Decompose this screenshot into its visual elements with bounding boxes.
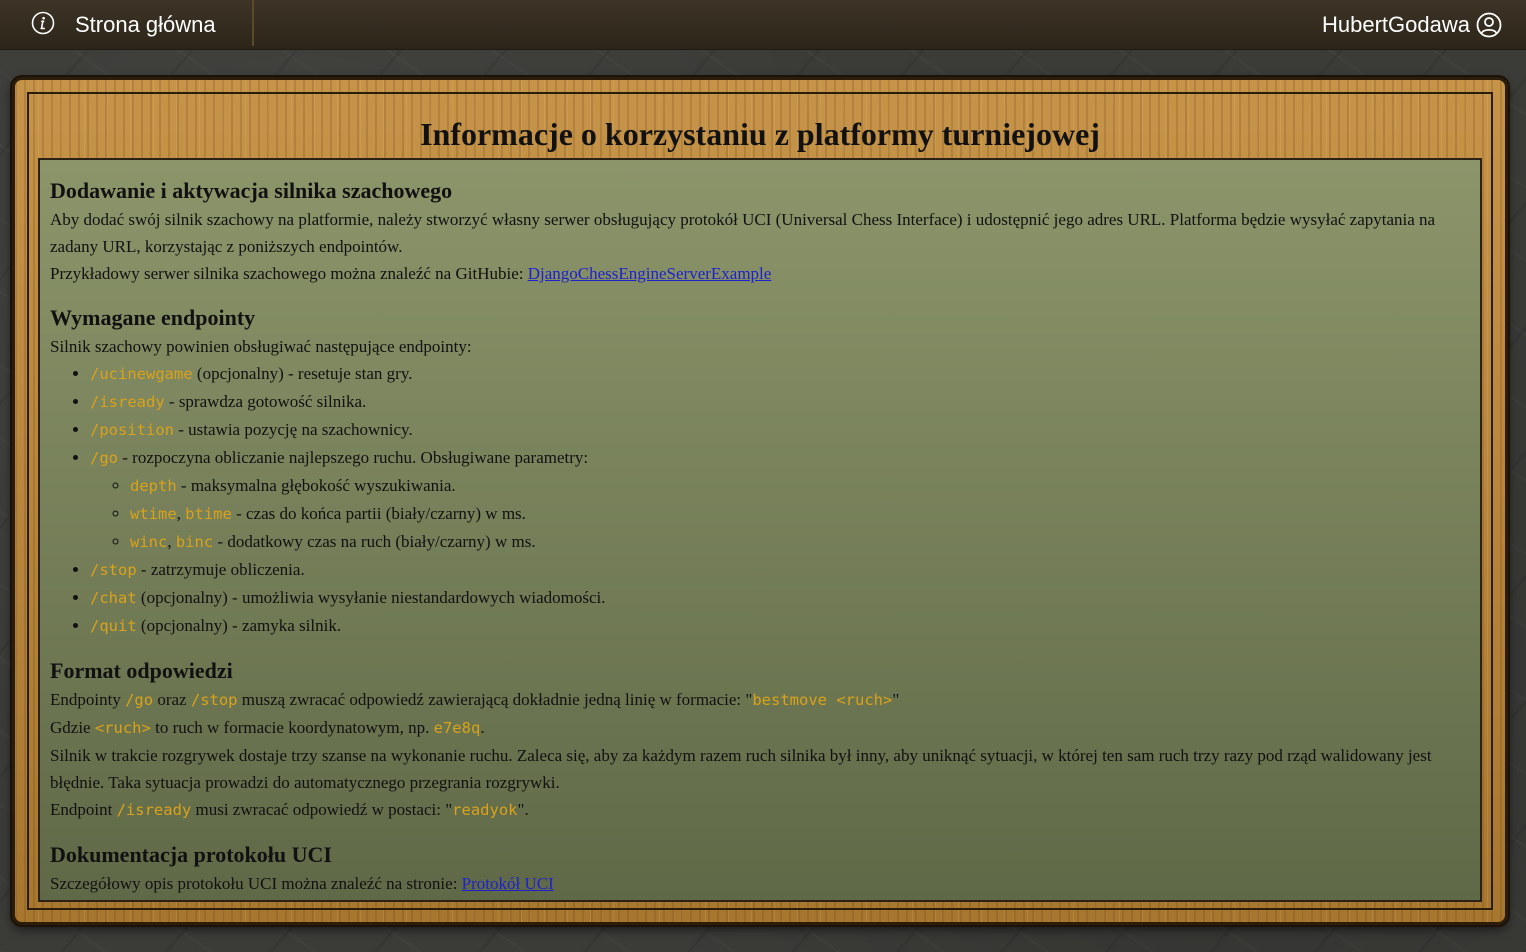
section-heading-engine: Dodawanie i aktywacja silnika szachowego <box>50 178 453 203</box>
endpoint-list: /ucinewgame (opcjonalny) - resetuje stan… <box>50 360 1470 640</box>
endpoint-code: /quit <box>90 617 137 635</box>
user-name: HubertGodawa <box>1322 12 1470 37</box>
section-heading-docs: Dokumentacja protokołu UCI <box>50 842 332 867</box>
format-line-isready: Endpoint /isready musi zwracać odpowiedź… <box>50 796 1470 824</box>
format-line-move: Gdzie <ruch> to ruch w formacie koordyna… <box>50 714 1470 742</box>
param-desc: - maksymalna głębokość wyszukiwania. <box>176 476 456 495</box>
user-menu[interactable]: HubertGodawa <box>1322 11 1502 39</box>
endpoint-code: /stop <box>90 561 137 579</box>
go-param-depth: depth - maksymalna głębokość wyszukiwani… <box>130 472 1470 500</box>
engine-example-line: Przykładowy serwer silnika szachowego mo… <box>50 260 1470 287</box>
section-heading-format: Format odpowiedzi <box>50 658 233 683</box>
text: Endpoint <box>50 800 117 819</box>
endpoint-code: /isready <box>90 393 165 411</box>
engine-example-text: Przykładowy serwer silnika szachowego mo… <box>50 264 528 283</box>
engine-description: Aby dodać swój silnik szachowy na platfo… <box>50 210 1436 256</box>
endpoint-item-chat: /chat (opcjonalny) - umożliwia wysyłanie… <box>90 584 1470 612</box>
section-docs: Dokumentacja protokołu UCI Szczegółowy o… <box>50 840 1470 897</box>
param-separator: , <box>167 532 176 551</box>
page-title: Informacje o korzystaniu z platformy tur… <box>420 116 1100 152</box>
inline-code: readyok <box>452 801 518 819</box>
home-nav-label: Strona główna <box>75 12 216 37</box>
user-circle-icon <box>1476 12 1502 38</box>
endpoints-intro: Silnik szachowy powinien obsługiwać nast… <box>50 337 472 356</box>
endpoint-code: /chat <box>90 589 137 607</box>
home-nav-link[interactable]: Strona główna <box>0 0 254 46</box>
inline-code: bestmove <ruch> <box>752 691 893 709</box>
param-code: winc <box>130 533 168 551</box>
text: " <box>892 690 900 709</box>
uci-protocol-link[interactable]: Protokół UCI <box>462 874 554 893</box>
format-line-chances: Silnik w trakcie rozgrywek dostaje trzy … <box>50 746 1432 792</box>
section-heading-endpoints: Wymagane endpointy <box>50 305 256 330</box>
wooden-frame: Informacje o korzystaniu z platformy tur… <box>12 77 1508 925</box>
endpoint-code: /go <box>90 449 118 467</box>
text: . <box>480 718 485 737</box>
param-code: wtime <box>130 505 177 523</box>
endpoint-code: /ucinewgame <box>90 365 193 383</box>
param-desc: - czas do końca partii (biały/czarny) w … <box>231 504 526 523</box>
go-param-time: wtime, btime - czas do końca partii (bia… <box>130 500 1470 528</box>
endpoint-code: /position <box>90 421 174 439</box>
endpoint-desc: - zatrzymuje obliczenia. <box>136 560 305 579</box>
inline-code: /go <box>125 691 154 709</box>
inline-code: /stop <box>190 691 238 709</box>
content-panel: Dodawanie i aktywacja silnika szachowego… <box>38 158 1482 902</box>
endpoint-desc: - sprawdza gotowość silnika. <box>164 392 367 411</box>
docs-line: Szczegółowy opis protokołu UCI można zna… <box>50 870 1470 897</box>
text: Endpointy <box>50 690 126 709</box>
text: musi zwracać odpowiedź w postaci: " <box>191 800 453 819</box>
endpoint-desc: - ustawia pozycję na szachownicy. <box>174 420 413 439</box>
section-endpoints: Wymagane endpointy Silnik szachowy powin… <box>50 303 1470 640</box>
text: ". <box>517 800 529 819</box>
endpoint-desc: (opcjonalny) - zamyka silnik. <box>136 616 342 635</box>
inline-code: e7e8q <box>433 719 481 737</box>
param-code: binc <box>175 533 214 551</box>
text: oraz <box>153 690 191 709</box>
docs-text: Szczegółowy opis protokołu UCI można zna… <box>50 874 462 893</box>
endpoint-item-go: /go - rozpoczyna obliczanie najlepszego … <box>90 444 1470 556</box>
endpoint-desc: (opcjonalny) - resetuje stan gry. <box>192 364 413 383</box>
github-example-link[interactable]: DjangoChessEngineServerExample <box>528 264 772 283</box>
inline-code: /isready <box>116 801 192 819</box>
inline-code: <ruch> <box>94 719 151 737</box>
endpoint-item-isready: /isready - sprawdza gotowość silnika. <box>90 388 1470 416</box>
endpoint-desc: - rozpoczyna obliczanie najlepszego ruch… <box>118 448 589 467</box>
text: to ruch w formacie koordynatowym, np. <box>150 718 434 737</box>
section-engine: Dodawanie i aktywacja silnika szachowego… <box>50 176 1470 287</box>
param-code: btime <box>185 505 232 523</box>
top-navbar: Strona główna HubertGodawa <box>0 0 1526 50</box>
info-circle-icon <box>31 11 55 35</box>
endpoint-item-stop: /stop - zatrzymuje obliczenia. <box>90 556 1470 584</box>
go-param-list: depth - maksymalna głębokość wyszukiwani… <box>90 472 1470 556</box>
endpoint-item-ucinewgame: /ucinewgame (opcjonalny) - resetuje stan… <box>90 360 1470 388</box>
endpoint-item-quit: /quit (opcjonalny) - zamyka silnik. <box>90 612 1470 640</box>
endpoint-desc: (opcjonalny) - umożliwia wysyłanie niest… <box>136 588 606 607</box>
frame-inner-border: Informacje o korzystaniu z platformy tur… <box>27 92 1493 910</box>
text: Gdzie <box>50 718 95 737</box>
go-param-inc: winc, binc - dodatkowy czas na ruch (bia… <box>130 528 1470 556</box>
section-format: Format odpowiedzi Endpointy /go oraz /st… <box>50 656 1470 824</box>
param-desc: - dodatkowy czas na ruch (biały/czarny) … <box>213 532 536 551</box>
text: muszą zwracać odpowiedź zawierającą dokł… <box>237 690 753 709</box>
endpoint-item-position: /position - ustawia pozycję na szachowni… <box>90 416 1470 444</box>
format-line-bestmove: Endpointy /go oraz /stop muszą zwracać o… <box>50 686 1470 714</box>
param-separator: , <box>176 504 186 523</box>
param-code: depth <box>130 477 177 495</box>
